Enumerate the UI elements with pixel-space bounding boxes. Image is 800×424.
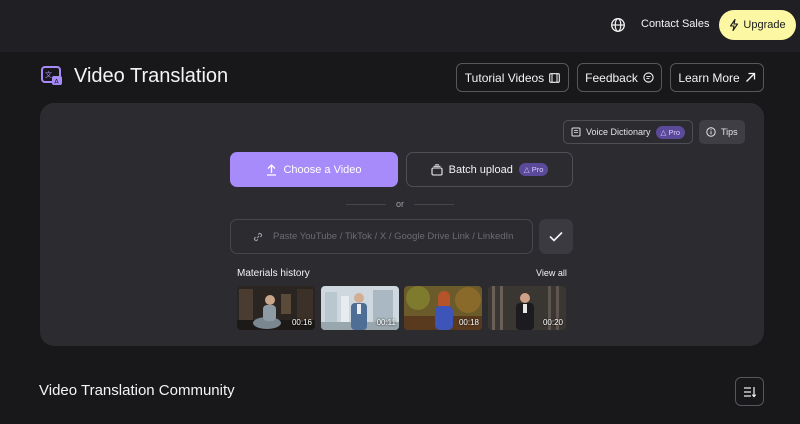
voice-dictionary-label: Voice Dictionary	[586, 127, 651, 137]
choose-video-button[interactable]: Choose a Video	[230, 152, 398, 187]
upgrade-label: Upgrade	[743, 19, 786, 31]
tips-label: Tips	[721, 127, 738, 137]
upload-icon	[267, 163, 277, 176]
video-link-input[interactable]	[273, 231, 523, 242]
sort-button[interactable]	[735, 377, 764, 406]
page-header: 文 A Video Translation	[40, 64, 228, 88]
page-title: Video Translation	[74, 64, 229, 87]
choose-video-label: Choose a Video	[283, 163, 362, 176]
stack-icon	[431, 163, 443, 176]
history-thumbnail[interactable]: 00:18	[404, 286, 482, 330]
duration-label: 00:20	[542, 318, 563, 327]
history-thumbnail[interactable]: 00:11	[321, 286, 399, 330]
duration-label: 00:16	[291, 318, 312, 327]
batch-upload-label: Batch upload	[448, 163, 513, 176]
upgrade-button[interactable]: Upgrade	[719, 10, 796, 40]
learn-more-label: Learn More	[678, 70, 740, 85]
arrow-up-right-icon	[745, 72, 755, 82]
pro-badge: △ Pro	[518, 163, 549, 176]
voice-dictionary-button[interactable]: Voice Dictionary △ Pro	[563, 120, 694, 144]
community-title: Video Translation Community	[39, 382, 235, 399]
batch-upload-button[interactable]: Batch upload △ Pro	[406, 152, 573, 187]
lightning-icon	[730, 19, 739, 31]
divider	[414, 204, 454, 205]
duration-label: 00:18	[458, 318, 479, 327]
tutorial-videos-label: Tutorial Videos	[464, 70, 545, 85]
history-thumbnail[interactable]: 00:20	[488, 286, 566, 330]
divider	[346, 204, 386, 205]
svg-text:文: 文	[45, 70, 52, 79]
film-icon	[549, 72, 561, 83]
duration-label: 00:11	[376, 318, 396, 327]
chat-icon	[643, 72, 654, 83]
tips-button[interactable]: Tips	[699, 120, 745, 144]
contact-sales-link[interactable]: Contact Sales	[641, 18, 709, 30]
globe-icon[interactable]	[610, 17, 626, 33]
learn-more-button[interactable]: Learn More	[670, 63, 764, 92]
tutorial-videos-button[interactable]: Tutorial Videos	[456, 63, 569, 92]
view-all-link[interactable]: View all	[536, 268, 567, 278]
submit-link-button[interactable]	[539, 219, 573, 254]
or-separator: or	[396, 199, 405, 209]
check-icon	[549, 231, 563, 242]
feedback-label: Feedback	[585, 70, 638, 85]
history-thumbnail[interactable]: 00:16	[237, 286, 315, 330]
translate-icon: 文 A	[41, 66, 62, 86]
svg-text:A: A	[54, 78, 59, 86]
link-icon	[253, 232, 263, 241]
sort-icon	[743, 386, 756, 397]
feedback-button[interactable]: Feedback	[577, 63, 662, 92]
video-link-field[interactable]	[230, 219, 533, 254]
materials-history-title: Materials history	[237, 268, 310, 279]
info-icon	[706, 127, 716, 137]
book-icon	[571, 127, 581, 137]
pro-badge: △ Pro	[655, 125, 686, 139]
top-bar: Contact Sales Upgrade	[0, 0, 800, 52]
